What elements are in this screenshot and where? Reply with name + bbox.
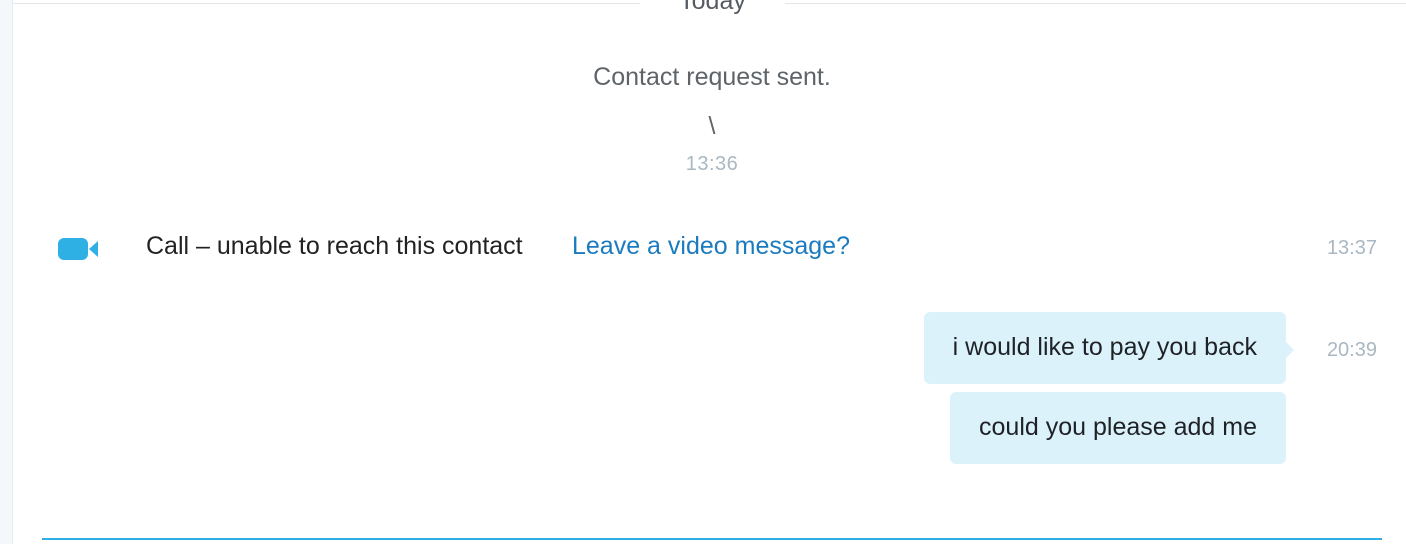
left-panel-edge (0, 0, 13, 544)
leave-video-message-link[interactable]: Leave a video message? (572, 232, 850, 261)
message-time: 20:39 (1326, 339, 1377, 361)
contact-request-note: \ (708, 112, 716, 140)
day-divider-label: Today (679, 0, 746, 15)
video-camera-icon (58, 238, 98, 260)
day-divider-line-left (13, 3, 640, 4)
composer-divider (42, 538, 1382, 540)
contact-request-status: Contact request sent. (593, 63, 831, 91)
day-divider-line-right (785, 3, 1406, 4)
contact-request-time: 13:36 (685, 153, 739, 175)
message-text: i would like to pay you back (952, 333, 1257, 361)
conversation-pane: Today Contact request sent. \ 13:36 Call… (13, 0, 1406, 544)
message-bubble[interactable]: could you please add me (950, 392, 1286, 464)
message-bubble[interactable]: i would like to pay you back (923, 312, 1294, 384)
message-text: could you please add me (979, 413, 1257, 441)
call-time: 13:37 (1326, 237, 1377, 259)
bubble-tail (1286, 342, 1294, 358)
missed-call-event: Call – unable to reach this contact Leav… (13, 226, 1406, 270)
call-status-text: Call – unable to reach this contact (146, 232, 523, 260)
